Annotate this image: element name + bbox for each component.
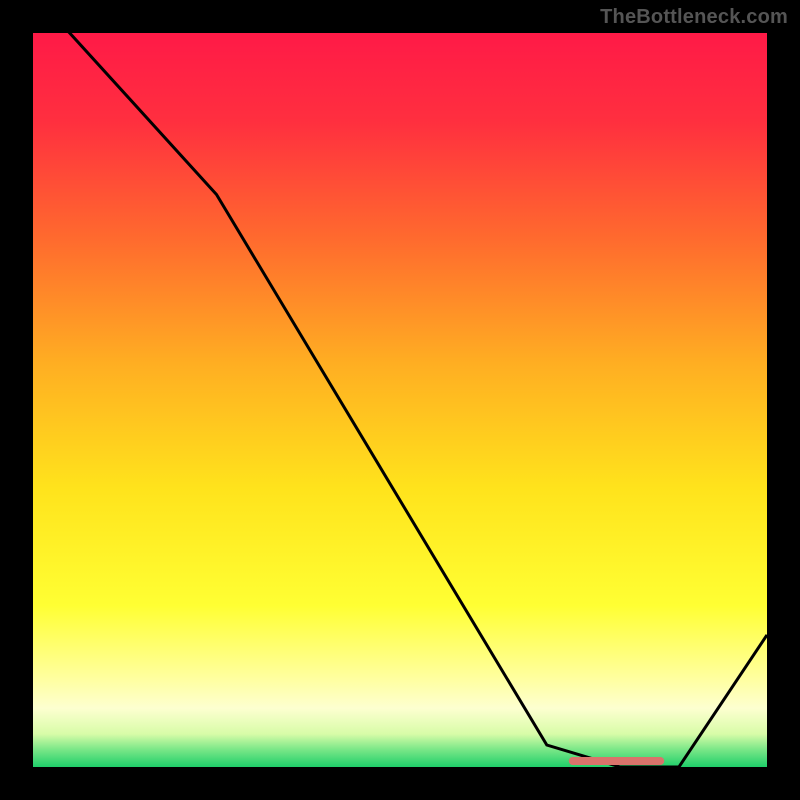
gradient-background xyxy=(33,33,767,767)
plot-area xyxy=(33,33,767,767)
optimal-range-marker xyxy=(569,757,664,765)
watermark-label: TheBottleneck.com xyxy=(600,6,788,29)
chart-svg xyxy=(33,33,767,767)
chart-container: TheBottleneck.com xyxy=(0,0,800,800)
